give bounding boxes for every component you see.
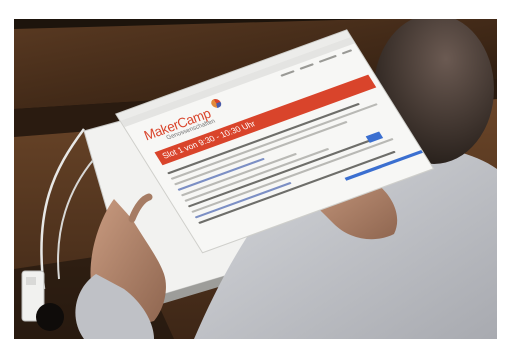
nav-item: [318, 54, 338, 63]
text-line: [198, 150, 396, 225]
text-line: [187, 139, 372, 208]
logo-mark-icon: [209, 97, 224, 110]
text-line: [191, 137, 394, 214]
nav-item: [341, 49, 353, 55]
photo: MakerCamp Genossenschaften Slot 1 von 9:…: [14, 19, 497, 339]
nav-item: [299, 63, 314, 70]
url-bar: [120, 36, 355, 128]
tablet-screen-wrap: MakerCamp Genossenschaften Slot 1 von 9:…: [14, 19, 497, 339]
tablet-screen: MakerCamp Genossenschaften Slot 1 von 9:…: [116, 30, 433, 253]
nav-item: [280, 70, 295, 77]
